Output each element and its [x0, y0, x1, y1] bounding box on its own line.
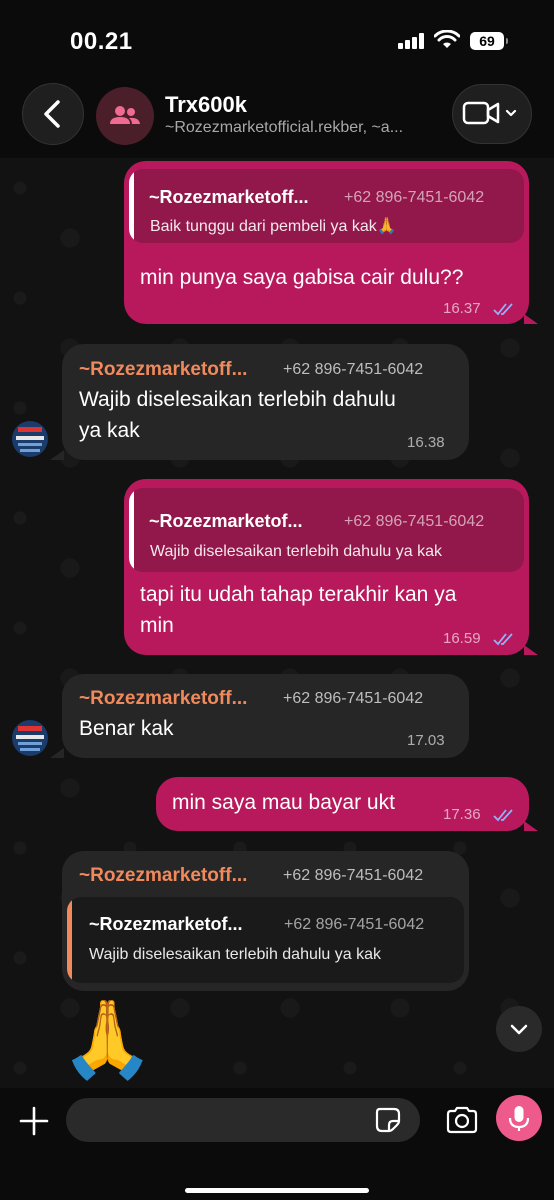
- sender-avatar[interactable]: [12, 421, 48, 457]
- quoted-phone: +62 896-7451-6042: [344, 189, 485, 206]
- outgoing-message[interactable]: ~Rozezmarketof... +62 896-7451-6042 Waji…: [124, 479, 529, 655]
- cellular-signal-icon: [398, 33, 428, 49]
- status-time: 00.21: [70, 28, 133, 55]
- chat-participants[interactable]: ~Rozezmarketofficial.rekber, ~a...: [165, 119, 435, 137]
- chat-title[interactable]: Trx600k: [165, 92, 247, 118]
- group-avatar[interactable]: [96, 87, 154, 145]
- double-check-icon: [493, 633, 513, 646]
- incoming-message[interactable]: ~Rozezmarketoff... +62 896-7451-6042 Ben…: [62, 674, 469, 758]
- sticker-icon[interactable]: [374, 1106, 402, 1134]
- message-time: 16.38: [407, 434, 445, 451]
- quoted-text: Wajib diselesaikan terlebih dahulu ya ka…: [89, 946, 382, 963]
- emoji-message[interactable]: 🙏: [60, 995, 155, 1085]
- message-line: tapi itu udah tahap terakhir kan ya: [140, 583, 457, 606]
- chat-header: Trx600k ~Rozezmarketofficial.rekber, ~a.…: [0, 80, 554, 158]
- message-input[interactable]: [66, 1098, 420, 1142]
- group-people-icon: [110, 106, 140, 124]
- quoted-phone: +62 896-7451-6042: [284, 916, 425, 933]
- battery-icon: 69: [470, 32, 508, 50]
- sender-name[interactable]: ~Rozezmarketoff...: [79, 359, 247, 381]
- message-text: tapi itu udah tahap terakhir kan ya min: [140, 579, 456, 641]
- message-time: 16.37: [443, 300, 481, 317]
- message-time: 17.36: [443, 806, 481, 823]
- incoming-message[interactable]: ~Rozezmarketoff... +62 896-7451-6042 ~Ro…: [62, 851, 469, 991]
- scroll-to-bottom-button[interactable]: [496, 1006, 542, 1052]
- message-text: Wajib diselesaikan terlebih dahulu ya ka…: [79, 384, 396, 446]
- quoted-text: Wajib diselesaikan terlebih dahulu ya ka…: [150, 543, 443, 560]
- camera-icon[interactable]: [444, 1102, 480, 1138]
- voice-record-button[interactable]: [496, 1095, 542, 1141]
- quote-bar: [67, 897, 72, 983]
- chevron-left-icon: [44, 100, 60, 128]
- chevron-down-icon: [510, 1024, 528, 1035]
- quoted-text: Baik tunggu dari pembeli ya kak🙏: [150, 218, 397, 235]
- sender-avatar[interactable]: [12, 720, 48, 756]
- message-time: 16.59: [443, 630, 481, 647]
- outgoing-message[interactable]: min saya mau bayar ukt 17.36: [156, 777, 529, 831]
- plus-icon[interactable]: [14, 1101, 54, 1141]
- sender-phone: +62 896-7451-6042: [283, 690, 424, 707]
- quoted-sender: ~Rozezmarketof...: [89, 914, 243, 934]
- message-composer: [0, 1088, 554, 1200]
- sender-name[interactable]: ~Rozezmarketoff...: [79, 688, 247, 710]
- bubble-tail: [50, 450, 64, 460]
- quoted-sender: ~Rozezmarketof...: [149, 511, 303, 531]
- message-time: 17.03: [407, 732, 445, 749]
- quoted-message[interactable]: ~Rozezmarketof... +62 896-7451-6042 Waji…: [67, 897, 464, 983]
- video-camera-icon: [462, 101, 517, 125]
- message-text: min saya mau bayar ukt: [172, 791, 395, 814]
- double-check-icon: [493, 809, 513, 822]
- message-line: Wajib diselesaikan terlebih dahulu: [79, 388, 396, 411]
- microphone-icon: [508, 1106, 530, 1131]
- quoted-message[interactable]: ~Rozezmarketof... +62 896-7451-6042 Waji…: [129, 488, 524, 572]
- message-line: min: [140, 614, 174, 637]
- double-check-icon: [493, 303, 513, 316]
- video-call-button[interactable]: [452, 84, 532, 144]
- message-text: min punya saya gabisa cair dulu??: [140, 266, 464, 289]
- quoted-message[interactable]: ~Rozezmarketoff... +62 896-7451-6042 Bai…: [129, 169, 524, 243]
- bubble-tail: [524, 821, 538, 831]
- wifi-icon: [434, 30, 460, 48]
- status-bar: 00.21 69: [0, 0, 554, 80]
- sender-phone: +62 896-7451-6042: [283, 867, 424, 884]
- quoted-sender: ~Rozezmarketoff...: [149, 187, 309, 207]
- quote-bar: [129, 169, 134, 243]
- bubble-tail: [524, 645, 538, 655]
- outgoing-message[interactable]: ~Rozezmarketoff... +62 896-7451-6042 Bai…: [124, 161, 529, 324]
- back-button[interactable]: [22, 83, 84, 145]
- incoming-message[interactable]: ~Rozezmarketoff... +62 896-7451-6042 Waj…: [62, 344, 469, 460]
- bubble-tail: [524, 314, 538, 324]
- bubble-tail: [50, 748, 64, 758]
- sender-name[interactable]: ~Rozezmarketoff...: [79, 865, 247, 887]
- message-text: Benar kak: [79, 717, 174, 740]
- sender-phone: +62 896-7451-6042: [283, 361, 424, 378]
- home-indicator: [185, 1188, 369, 1193]
- message-line: ya kak: [79, 419, 140, 442]
- quoted-phone: +62 896-7451-6042: [344, 513, 485, 530]
- quote-bar: [129, 488, 134, 572]
